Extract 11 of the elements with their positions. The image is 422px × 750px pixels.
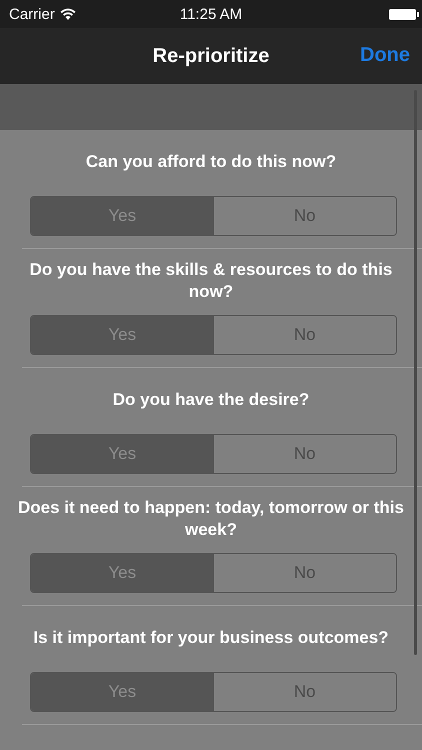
screen-title: Re-prioritize [152, 44, 270, 68]
done-button[interactable]: Done [358, 42, 412, 69]
question-text: Do you have the skills & resources to do this now? [28, 259, 394, 303]
carrier-name: Carrier [9, 6, 55, 22]
battery-icon [389, 8, 416, 20]
question-text: Can you afford to do this now? [84, 151, 338, 173]
question-text: Do you have the desire? [112, 389, 310, 411]
status-time: 11:25 AM [180, 6, 242, 23]
question-text: Is it important for your business outcomes? [32, 627, 390, 649]
question-text: Does it need to happen: today, tomorrow or this week? [17, 497, 405, 541]
wifi-icon [60, 8, 76, 20]
